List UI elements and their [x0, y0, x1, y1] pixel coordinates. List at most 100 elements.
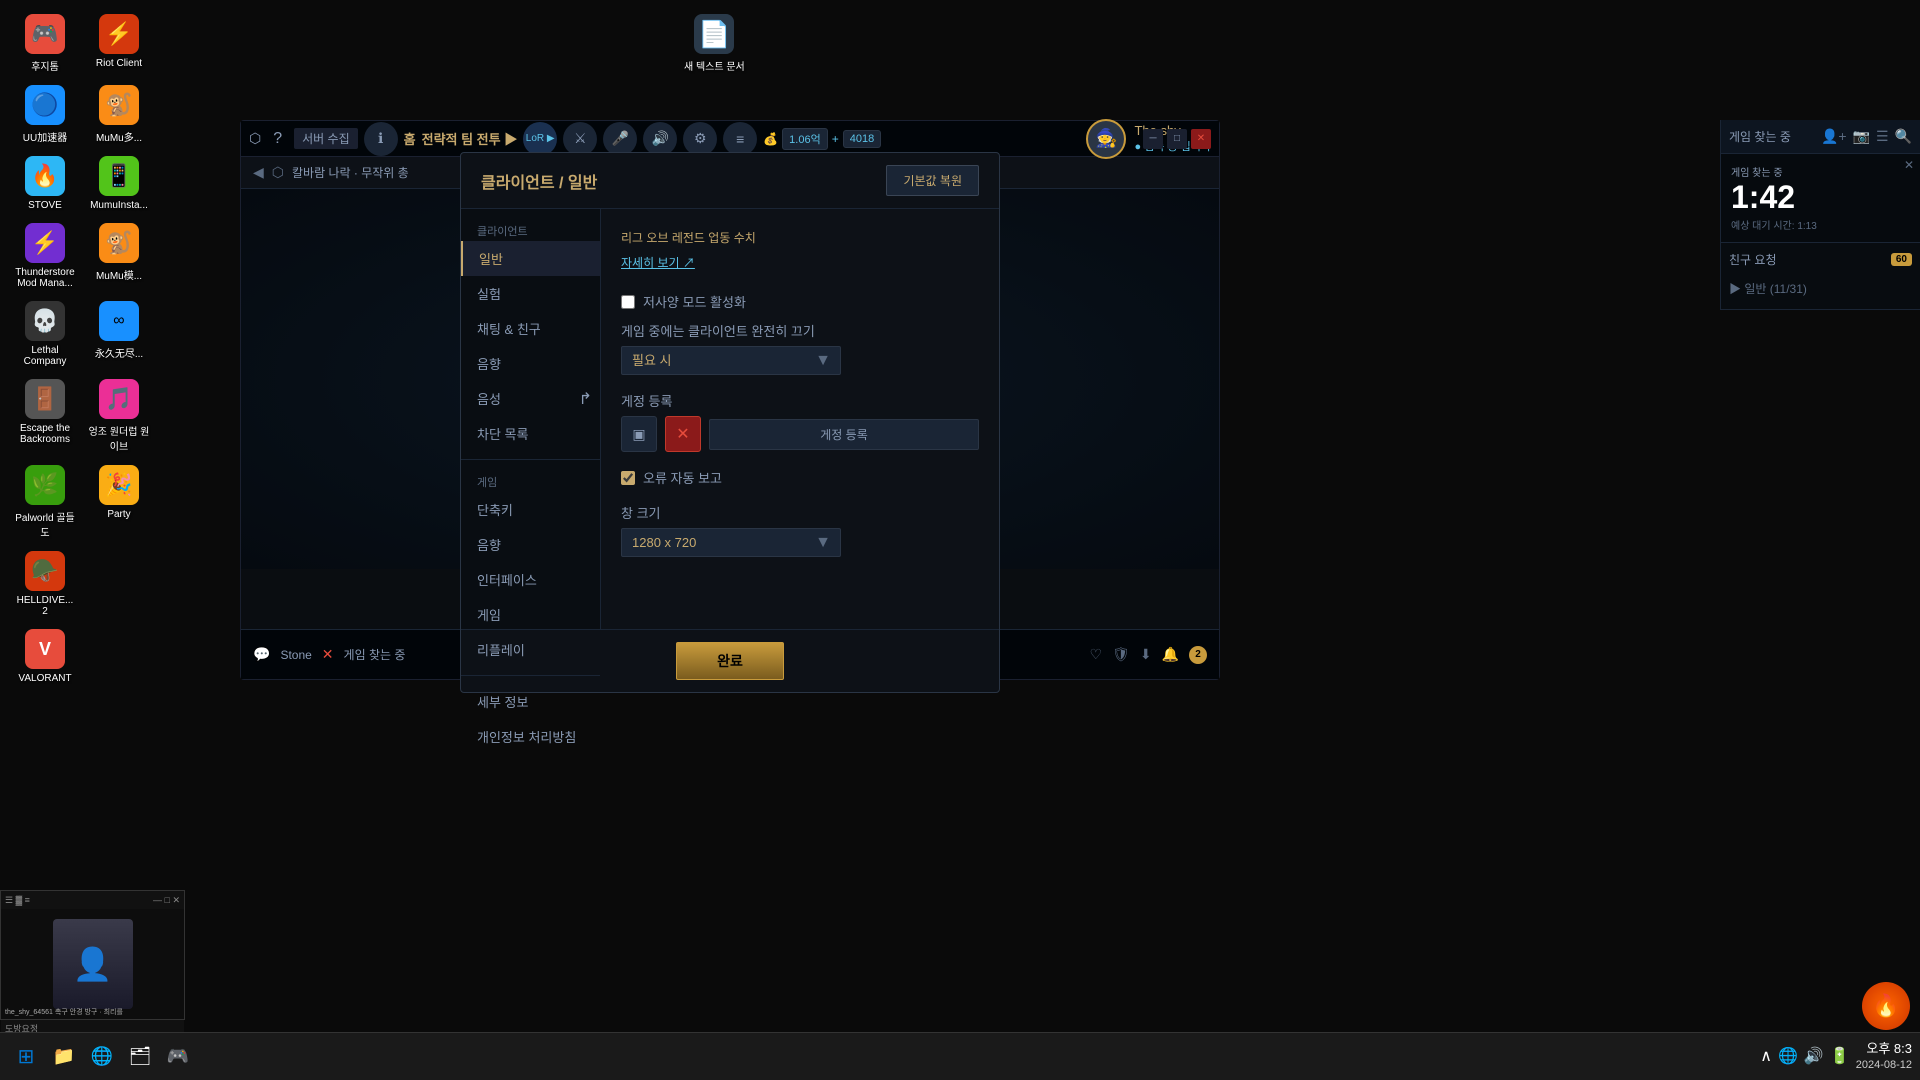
error-report-label: 오류 자동 보고: [643, 468, 722, 487]
desktop: 🎮 후지톰 ⚡ Riot Client 🔵 UU加速器 🐒 MuMu多... 🔥…: [0, 0, 1920, 1080]
sidebar-item-interface[interactable]: 인터페이스: [461, 562, 600, 597]
sidebar-section-game: 게임: [461, 468, 600, 492]
lol-search-bar[interactable]: 서버 수집: [294, 128, 358, 149]
lol-nav-icon2[interactable]: 🎤: [603, 122, 637, 156]
settings-content: 리그 오브 레전드 업동 수치 자세히 보기 ↗ 저사양 모드 활성화 게임 중…: [601, 209, 999, 629]
window-size-select[interactable]: 1280 x 720: [621, 528, 841, 557]
taskbar-explorer-btn[interactable]: 📁: [46, 1039, 82, 1075]
close-client-select[interactable]: 필요 시: [621, 346, 841, 375]
sidebar-item-privacy[interactable]: 개인정보 처리방침: [461, 719, 600, 754]
desktop-icon-thunderstore[interactable]: ⚡ Thunderstore Mod Mana...: [10, 219, 80, 293]
list-icon[interactable]: ☰: [1876, 128, 1889, 145]
sidebar-item-shortcuts[interactable]: 단축키: [461, 492, 600, 527]
checkbox-lowspec-label: 저사양 모드 활성화: [643, 292, 746, 311]
desktop-icon-party[interactable]: 🎉 Party: [84, 461, 154, 543]
bbq-icon: 🔥: [1872, 993, 1899, 1019]
settings-modal: 클라이언트 / 일반 기본값 복원 클라이언트 일반 실험 채팅 & 친구 음향…: [460, 152, 1000, 693]
desktop-icon-huijitom[interactable]: 🎮 후지톰: [10, 10, 80, 77]
keybind-label: 게정 등록: [621, 391, 979, 410]
bbq-notification[interactable]: 🔥: [1862, 982, 1910, 1030]
sidebar-item-game2[interactable]: 게임: [461, 597, 600, 632]
window-size-dropdown-wrapper: 1280 x 720 ▼: [621, 528, 841, 557]
bottom-download-icon[interactable]: ⬇: [1140, 646, 1152, 663]
desktop-icon-yongjiu[interactable]: ∞ 永久无尽...: [84, 297, 154, 371]
lol-nav-icon1[interactable]: ⚔: [563, 122, 597, 156]
start-button[interactable]: ⊞: [8, 1039, 44, 1075]
desktop-icon-mumu2[interactable]: 🐒 MuMu模...: [84, 219, 154, 293]
desktop-icon-lethal[interactable]: 💀 Lethal Company: [10, 297, 80, 371]
league-icon: 🎮: [167, 1046, 189, 1067]
checkbox-lowspec[interactable]: [621, 295, 635, 309]
desktop-icon-helldiver[interactable]: 🪖 HELLDIVE... 2: [10, 547, 80, 621]
folder-icon: 🗂: [129, 1046, 152, 1067]
friends-header: 친구 요청 60: [1729, 251, 1912, 268]
add-friend-icon[interactable]: 👤+: [1821, 128, 1847, 145]
systray-battery-icon[interactable]: 🔋: [1830, 1046, 1850, 1066]
desktop-icon-valorant[interactable]: V VALORANT: [10, 625, 80, 688]
sidebar-item-chat[interactable]: 채팅 & 친구: [461, 311, 600, 346]
sidebar-divider-2: [461, 675, 600, 676]
lol-avatar[interactable]: 🧙: [1086, 119, 1126, 159]
lol-minimize-btn[interactable]: ─: [1143, 129, 1163, 149]
sidebar-item-detail[interactable]: 세부 정보: [461, 684, 600, 719]
systray-clock[interactable]: 오후 8:3 2024-08-12: [1856, 1040, 1912, 1074]
timer-close-btn[interactable]: ✕: [1904, 158, 1914, 172]
taskbar: ⊞ 📁 🌐 🗂 🎮 ∧ 🌐 🔊 🔋 오후 8:3 2024-08-12: [0, 1032, 1920, 1080]
taskbar-chrome-btn[interactable]: 🌐: [84, 1039, 120, 1075]
bottom-settings-icon[interactable]: 🔔: [1162, 646, 1179, 663]
camera-icon[interactable]: 📷: [1853, 128, 1870, 145]
lol-nav-lor[interactable]: LoR ▶: [523, 122, 557, 156]
sidebar-item-experiment[interactable]: 실험: [461, 276, 600, 311]
bottom-chat-icon[interactable]: 💬: [253, 646, 270, 663]
desktop-icon-stove[interactable]: 🔥 STOVE: [10, 152, 80, 215]
desktop-icon-wonder[interactable]: 🎵 엉조 원더럽 원이브: [84, 375, 154, 457]
lol-nav-search[interactable]: ?: [267, 128, 288, 150]
desktop-icon-escape[interactable]: 🚪 Escape the Backrooms: [10, 375, 80, 457]
desktop-icon-riot[interactable]: ⚡ Riot Client: [84, 10, 154, 77]
lol-nav-strategic[interactable]: 전략적 팀 전투 ▶: [422, 129, 518, 148]
timer-label: 게임 찾는 중: [1731, 164, 1910, 179]
keybind-register-button[interactable]: 게정 등록: [709, 419, 979, 450]
desktop-icon-palworld[interactable]: 🌿 Palworld 골들도: [10, 461, 80, 543]
taskbar-league-btn[interactable]: 🎮: [160, 1039, 196, 1075]
sidebar-item-replay[interactable]: 리플레이: [461, 632, 600, 667]
breadcrumb-text: 칼바람 나락 · 무작위 총: [292, 164, 409, 181]
systray-network-icon[interactable]: 🌐: [1778, 1046, 1798, 1066]
lol-nav-icon4[interactable]: ⚙: [683, 122, 717, 156]
keybind-delete-btn[interactable]: ✕: [665, 416, 701, 452]
restore-defaults-button[interactable]: 기본값 복원: [886, 165, 979, 196]
desktop-icon-mumu[interactable]: 🐒 MuMu多...: [84, 81, 154, 148]
systray-arrow-icon[interactable]: ∧: [1760, 1046, 1772, 1066]
stream-titlebar: ☰ ▓ ≡ — □ ✕: [1, 891, 184, 909]
friends-badge: 60: [1891, 253, 1912, 266]
lol-nav-icon3[interactable]: 🔊: [643, 122, 677, 156]
breadcrumb-back[interactable]: ◀: [253, 164, 264, 181]
desktop-icon-new-text[interactable]: 📄 새 텍스트 문서: [680, 10, 749, 77]
section-title-update: 리그 오브 레전드 업동 수치: [621, 229, 979, 246]
sidebar-item-blocked[interactable]: 차단 목록: [461, 416, 600, 451]
lol-nav-home[interactable]: 홈: [404, 129, 416, 148]
lol-close-btn[interactable]: ✕: [1191, 129, 1211, 149]
stream-content: 👤 the_shy_64561 촉구 안경 방구 · 최리를: [1, 909, 184, 1019]
lol-rp-amount: 1.06억: [782, 128, 828, 150]
systray-volume-icon[interactable]: 🔊: [1804, 1046, 1824, 1066]
sidebar-item-voice[interactable]: 음성 ↱: [461, 381, 600, 416]
section-detail-link[interactable]: 자세히 보기 ↗: [621, 256, 695, 270]
sidebar-divider-1: [461, 459, 600, 460]
bottom-close-icon[interactable]: ✕: [322, 646, 334, 663]
sidebar-item-sound2[interactable]: 음향: [461, 527, 600, 562]
bottom-shield-icon[interactable]: 🛡: [1112, 646, 1130, 663]
keybind-box[interactable]: ▣: [621, 416, 657, 452]
bottom-heart-icon[interactable]: ♡: [1089, 646, 1102, 663]
lol-nav-icon5[interactable]: ≡: [723, 122, 757, 156]
confirm-button[interactable]: 완료: [676, 642, 784, 680]
desktop-icon-mumuinsta[interactable]: 📱 MumuInsta...: [84, 152, 154, 215]
search-panel-icon[interactable]: 🔍: [1895, 128, 1912, 145]
sidebar-item-sound-effect[interactable]: 음향: [461, 346, 600, 381]
lol-nav-icon-info[interactable]: ℹ: [364, 122, 398, 156]
desktop-icon-uu[interactable]: 🔵 UU加速器: [10, 81, 80, 148]
error-report-checkbox[interactable]: [621, 471, 635, 485]
taskbar-explorer2-btn[interactable]: 🗂: [122, 1039, 158, 1075]
sidebar-item-general[interactable]: 일반: [461, 241, 600, 276]
lol-maximize-btn[interactable]: □: [1167, 129, 1187, 149]
